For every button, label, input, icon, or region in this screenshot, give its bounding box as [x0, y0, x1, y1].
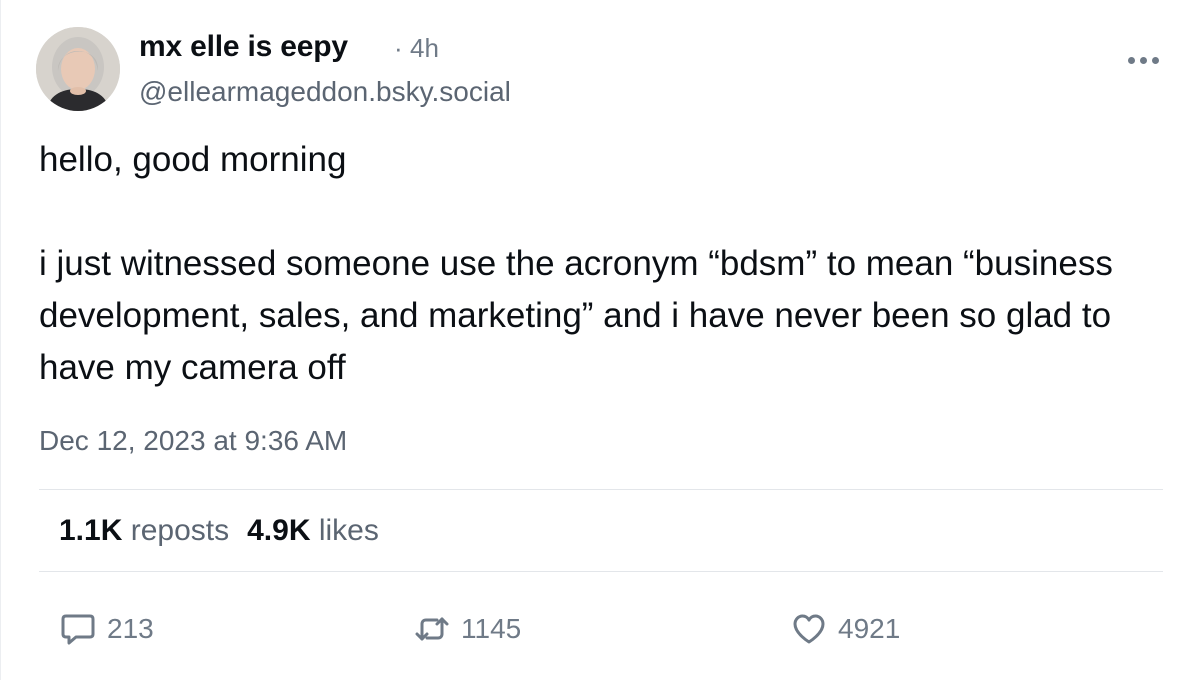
- author-display-name[interactable]: mx elle is eepy: [139, 30, 348, 64]
- post-body: hello, good morning i just witnessed som…: [39, 134, 1149, 394]
- repost-arrows-icon: [415, 617, 449, 641]
- divider: [39, 489, 1163, 490]
- likes-label: likes: [318, 514, 379, 547]
- post-age[interactable]: 4h: [410, 33, 439, 64]
- reply-button[interactable]: 213: [59, 609, 154, 649]
- like-button[interactable]: 4921: [790, 609, 900, 649]
- avatar[interactable]: [36, 27, 120, 111]
- engagement-stats: 1.1K reposts 4.9K likes: [59, 514, 379, 548]
- post-paragraph: hello, good morning: [39, 140, 347, 179]
- reposts-stat[interactable]: 1.1K reposts: [59, 514, 229, 548]
- divider: [39, 571, 1163, 572]
- likes-count: 4.9K: [247, 514, 311, 547]
- reply-bubble-icon: [61, 614, 95, 645]
- post-timestamp: Dec 12, 2023 at 9:36 AM: [39, 425, 348, 456]
- author-handle[interactable]: @ellearmageddon.bsky.social: [139, 76, 511, 108]
- heart-icon: [793, 614, 825, 644]
- more-horizontal-icon: [1139, 56, 1147, 64]
- meta-separator: ·: [394, 33, 403, 63]
- reposts-label: reposts: [130, 514, 230, 547]
- profile-photo: [36, 27, 120, 111]
- post-card: mx elle is eepy · 4h @ellearmageddon.bsk…: [0, 0, 1186, 680]
- reply-count: 213: [107, 613, 154, 644]
- more-horizontal-icon: [1127, 56, 1135, 64]
- more-horizontal-icon: [1151, 56, 1159, 64]
- repost-count: 1145: [461, 613, 522, 644]
- likes-stat[interactable]: 4.9K likes: [247, 514, 379, 548]
- more-options-button[interactable]: [1119, 48, 1167, 72]
- repost-button[interactable]: 1145: [413, 609, 521, 649]
- post-paragraph: i just witnessed someone use the acronym…: [39, 244, 1113, 387]
- reposts-count: 1.1K: [59, 514, 123, 547]
- like-count: 4921: [838, 613, 901, 644]
